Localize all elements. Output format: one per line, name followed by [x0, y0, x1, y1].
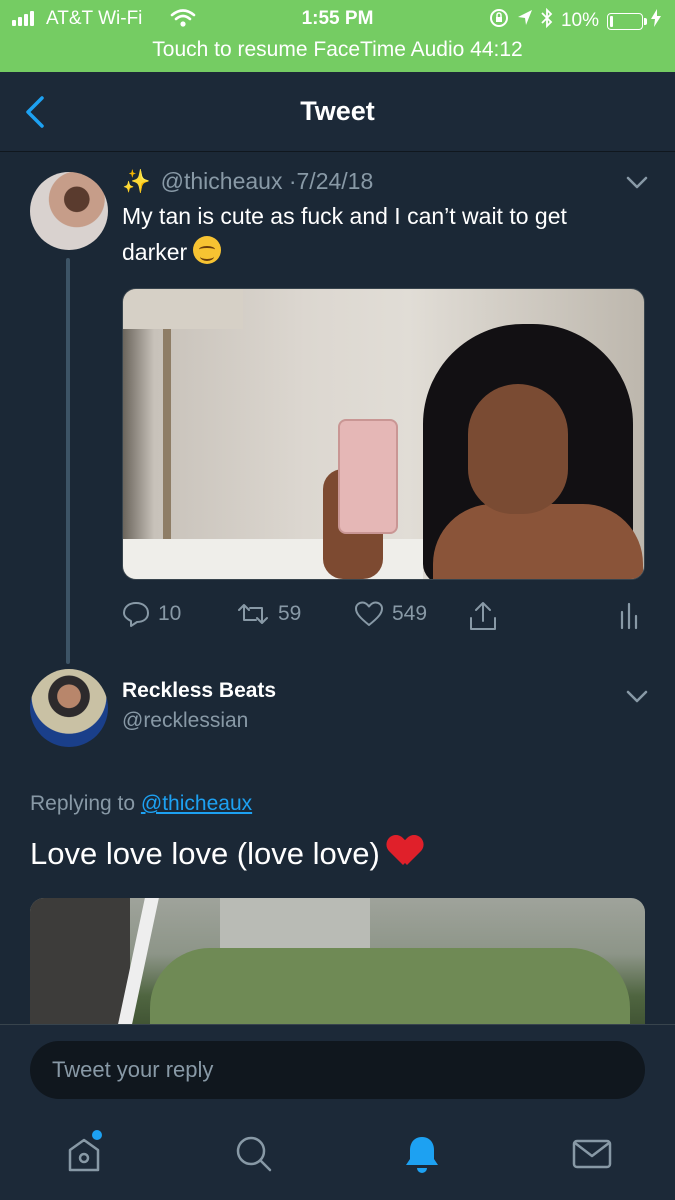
status-bar: AT&T Wi-Fi 1:55 PM 10% Touch to resume F…	[0, 0, 675, 72]
retweet-action[interactable]: 59	[236, 600, 301, 628]
chevron-down-icon[interactable]	[626, 690, 648, 704]
chevron-down-icon[interactable]	[626, 176, 648, 190]
notifications-icon	[406, 1137, 438, 1173]
tweet-handle[interactable]: @thicheaux	[161, 168, 283, 194]
tweet-header: ✨ @thicheaux ·7/24/18	[122, 168, 373, 195]
tweet-image[interactable]	[122, 288, 645, 580]
author-name[interactable]: Reckless Beats	[122, 679, 276, 703]
tab-search[interactable]	[232, 1132, 276, 1176]
charging-bolt-icon	[651, 9, 661, 33]
share-action[interactable]	[468, 600, 498, 632]
status-row: AT&T Wi-Fi 1:55 PM 10%	[0, 6, 675, 32]
battery-level	[610, 15, 613, 27]
nav-bar: Tweet	[0, 72, 675, 152]
replying-to-link[interactable]: @thicheaux	[141, 792, 252, 815]
thread-connector	[66, 258, 70, 664]
page-title: Tweet	[300, 96, 375, 126]
status-right-icons: 10%	[489, 7, 661, 34]
replying-to: Replying to @thicheaux	[30, 792, 252, 816]
battery-percent: 10%	[560, 10, 599, 31]
phone	[338, 419, 398, 534]
reply-input[interactable]: Tweet your reply	[30, 1041, 645, 1099]
like-action[interactable]: 549	[354, 600, 427, 628]
home-notification-dot	[92, 1130, 102, 1140]
face	[468, 384, 568, 514]
analytics-icon	[620, 602, 638, 630]
tab-notifications[interactable]	[400, 1132, 444, 1176]
reply-count: 10	[158, 602, 182, 625]
messages-icon	[572, 1139, 612, 1169]
sparkles-emoji: ✨	[122, 168, 151, 194]
tab-messages[interactable]	[570, 1132, 614, 1176]
main-tweet-body: Love love love (love love)	[30, 836, 380, 871]
like-count: 549	[392, 602, 428, 625]
retweet-count: 59	[278, 602, 302, 625]
tweet-date[interactable]: 7/24/18	[297, 168, 374, 194]
lamp-pole	[163, 329, 171, 559]
tweet-separator: ·	[288, 168, 297, 194]
location-icon	[517, 9, 533, 33]
battery-icon	[607, 12, 647, 30]
home-icon	[68, 1138, 100, 1172]
lamp-shade	[123, 289, 243, 329]
tweet-actions: 10 59 549	[122, 600, 645, 636]
heart-icon	[355, 601, 383, 626]
red-heart-emoji	[388, 836, 422, 866]
dark-area	[30, 898, 130, 1038]
rotation-lock-icon	[489, 8, 509, 34]
avatar[interactable]	[30, 172, 108, 250]
avatar[interactable]	[30, 669, 108, 747]
reply-action[interactable]: 10	[122, 600, 181, 628]
tweet-media[interactable]	[30, 898, 645, 1038]
body	[433, 504, 643, 579]
share-icon	[470, 602, 496, 630]
author-handle[interactable]: @recklessian	[122, 709, 248, 733]
relieved-face-emoji	[193, 236, 222, 264]
reply-bar: Tweet your reply	[0, 1024, 675, 1116]
reply-icon	[123, 602, 149, 627]
main-tweet-text: Love love love (love love)	[30, 836, 650, 872]
replying-prefix: Replying to	[30, 792, 136, 815]
tab-bar	[0, 1116, 675, 1200]
tweet-text: My tan is cute as fuck and I can’t wait …	[122, 198, 632, 270]
reply-placeholder: Tweet your reply	[52, 1057, 214, 1082]
facetime-banner[interactable]: Touch to resume FaceTime Audio 44:12	[0, 38, 675, 62]
analytics-action[interactable]	[618, 600, 640, 630]
tab-home[interactable]	[64, 1130, 108, 1176]
search-icon	[236, 1136, 272, 1172]
tweet-text-body: My tan is cute as fuck and I can’t wait …	[122, 203, 567, 265]
retweet-icon	[238, 604, 268, 624]
bluetooth-icon	[541, 7, 553, 34]
